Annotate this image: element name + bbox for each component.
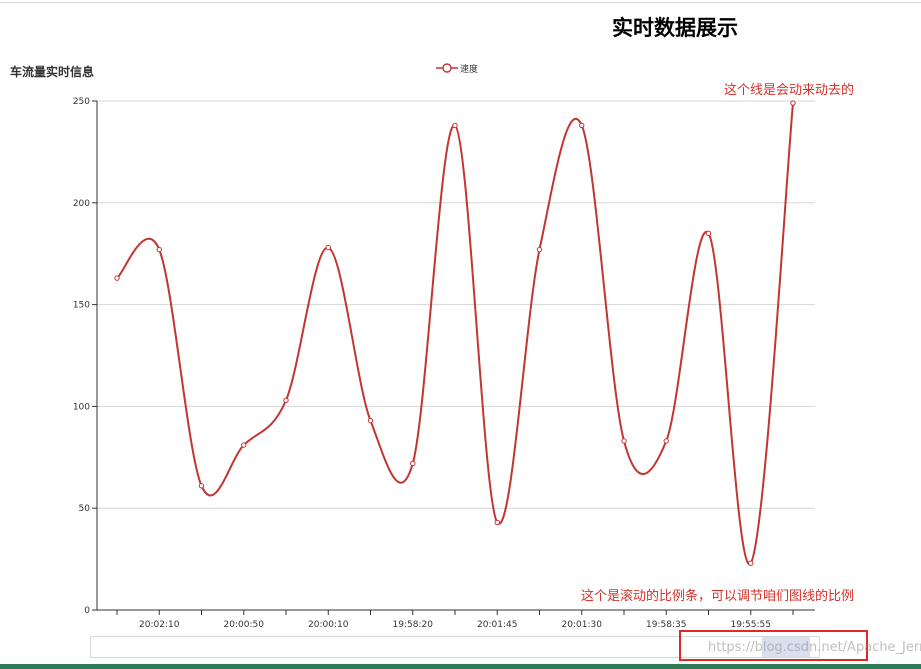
y-tick-label: 150 xyxy=(73,301,90,311)
data-point xyxy=(663,438,669,444)
zoom-annotation: 这个是滚动的比例条，可以调节咱们图线的比例 xyxy=(581,589,855,604)
data-point xyxy=(536,246,543,253)
data-point xyxy=(198,483,205,489)
x-tick-label: 19:58:35 xyxy=(646,620,686,630)
data-point xyxy=(156,246,162,253)
x-tick-label: 20:02:10 xyxy=(139,620,180,630)
y-tick-label: 50 xyxy=(79,504,91,514)
data-point xyxy=(283,397,289,403)
series-line xyxy=(116,102,794,565)
line-chart: 0 50 100 150 200 250 20:02:10 20:00:50 20:00:10 1… xyxy=(73,97,815,630)
y-tick-label: 250 xyxy=(73,97,90,107)
data-point xyxy=(114,275,120,281)
x-tick-label: 20:00:50 xyxy=(224,620,265,630)
data-point xyxy=(494,519,500,526)
watermark: https://blog.csdn.net/Apache_Jerry xyxy=(708,640,921,655)
data-point xyxy=(790,100,796,106)
data-point xyxy=(452,122,458,129)
data-point xyxy=(621,438,627,444)
data-point xyxy=(410,460,416,467)
data-point xyxy=(579,122,585,129)
x-tick-label: 19:58:20 xyxy=(393,620,434,630)
x-tick-label: 20:01:45 xyxy=(477,620,517,630)
data-point xyxy=(241,442,247,448)
data-point xyxy=(325,244,331,251)
x-tick-label: 19:55:55 xyxy=(731,620,771,630)
data-point xyxy=(367,417,374,424)
y-tick-label: 0 xyxy=(84,606,90,616)
y-tick-label: 200 xyxy=(73,199,90,209)
y-tick-label: 100 xyxy=(73,402,90,412)
taskbar-edge xyxy=(0,664,921,669)
data-point xyxy=(705,230,712,237)
data-point xyxy=(748,560,754,566)
x-tick-label: 20:01:30 xyxy=(562,620,603,630)
x-tick-label: 20:00:10 xyxy=(308,620,349,630)
